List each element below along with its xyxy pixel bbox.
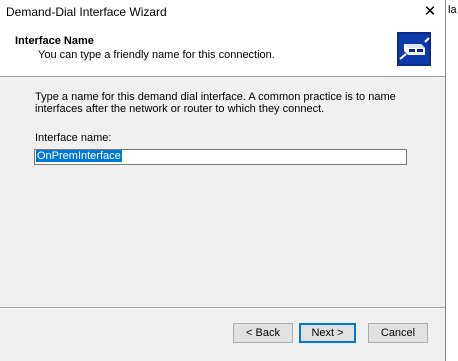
interface-name-input[interactable]: OnPremInterface xyxy=(34,149,407,165)
interface-name-label: Interface name: xyxy=(35,132,112,144)
interface-name-value: OnPremInterface xyxy=(36,150,122,162)
close-button[interactable]: ✕ xyxy=(415,0,445,24)
window-title: Demand-Dial Interface Wizard xyxy=(6,5,167,19)
back-button[interactable]: < Back xyxy=(233,323,293,343)
background-window-text: la xyxy=(448,4,457,16)
page-title: Interface Name xyxy=(15,35,94,47)
close-icon: ✕ xyxy=(423,3,437,20)
network-interface-icon xyxy=(397,32,431,66)
page-subtitle: You can type a friendly name for this co… xyxy=(38,49,275,61)
title-bar: Demand-Dial Interface Wizard ✕ xyxy=(0,0,445,24)
wizard-header: Interface Name You can type a friendly n… xyxy=(0,24,445,77)
wizard-dialog: Demand-Dial Interface Wizard ✕ Interface… xyxy=(0,0,446,361)
next-button[interactable]: Next > xyxy=(299,323,356,343)
cancel-button[interactable]: Cancel xyxy=(368,323,428,343)
instructions-text: Type a name for this demand dial interfa… xyxy=(35,91,396,115)
button-separator xyxy=(0,307,445,309)
